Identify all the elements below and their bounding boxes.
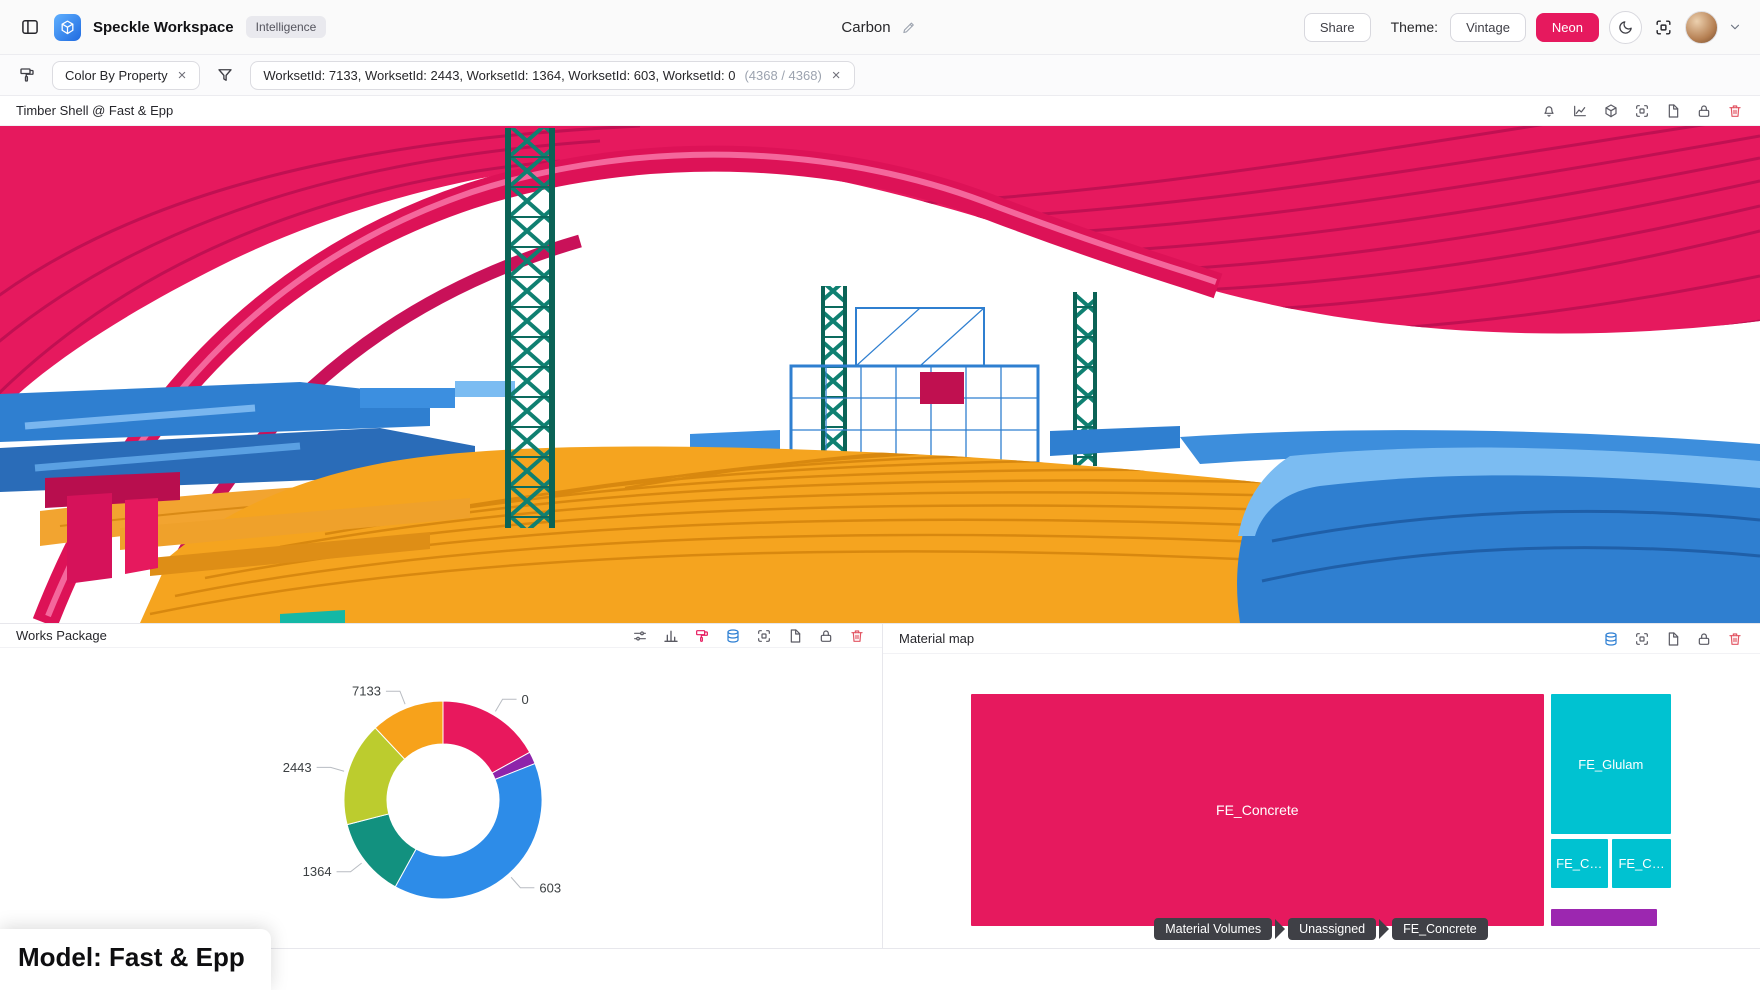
speckle-logo[interactable]: [54, 14, 81, 41]
trash-icon[interactable]: [1726, 630, 1744, 648]
sidebar-toggle-icon[interactable]: [18, 15, 42, 39]
breadcrumb: Material Volumes Unassigned FE_Concrete: [971, 918, 1671, 940]
donut-slice-603[interactable]: [395, 764, 542, 899]
material-map-toolbar: [1602, 630, 1744, 648]
donut-callout-line: [495, 699, 516, 711]
workset-filter-chip[interactable]: WorksetId: 7133, WorksetId: 2443, Workse…: [250, 61, 854, 90]
scan-icon[interactable]: [1652, 16, 1675, 39]
treemap-node-2[interactable]: FE_C…: [1551, 839, 1608, 888]
breadcrumb-arrow-icon: [1275, 919, 1285, 939]
donut-callout-line: [317, 767, 344, 771]
treemap-node-label: FE_C…: [1556, 856, 1602, 871]
top-bar: Speckle Workspace Intelligence Carbon Sh…: [0, 0, 1760, 54]
chevron-down-icon[interactable]: [1728, 20, 1742, 34]
paint-icon[interactable]: [693, 627, 711, 645]
donut-callout-line: [386, 691, 405, 704]
breadcrumb-item[interactable]: Material Volumes: [1154, 918, 1272, 940]
database-icon[interactable]: [724, 627, 742, 645]
scan-icon[interactable]: [1633, 102, 1651, 120]
donut-label: 603: [539, 880, 561, 895]
treemap-node-0[interactable]: FE_Concrete: [971, 694, 1544, 926]
viewer-title: Timber Shell @ Fast & Epp: [16, 103, 173, 118]
chip-label: Color By Property: [65, 68, 168, 83]
bell-icon[interactable]: [1540, 102, 1558, 120]
lock-icon[interactable]: [1695, 102, 1713, 120]
material-map-title: Material map: [899, 631, 974, 646]
scan-icon[interactable]: [1633, 630, 1651, 648]
funnel-icon[interactable]: [214, 64, 236, 86]
viewer-panel: Timber Shell @ Fast & Epp: [0, 96, 1760, 623]
scene-geometry: [0, 126, 1760, 623]
color-by-property-chip[interactable]: Color By Property ×: [52, 61, 200, 90]
document-title-group: Carbon: [841, 18, 918, 37]
works-package-title: Works Package: [16, 628, 107, 643]
treemap-node-label: FE_Glulam: [1578, 757, 1643, 772]
sliders-icon[interactable]: [631, 627, 649, 645]
trash-icon[interactable]: [848, 627, 866, 645]
theme-vintage-button[interactable]: Vintage: [1450, 13, 1526, 42]
file-icon[interactable]: [1664, 630, 1682, 648]
moon-icon[interactable]: [1609, 11, 1642, 44]
document-title: Carbon: [841, 19, 890, 36]
edit-pencil-icon[interactable]: [900, 18, 919, 37]
theme-neon-button[interactable]: Neon: [1536, 13, 1599, 42]
treemap-node-1[interactable]: FE_Glulam: [1551, 694, 1671, 834]
share-button[interactable]: Share: [1304, 13, 1371, 42]
treemap-node-label: FE_Concrete: [1216, 802, 1298, 818]
lock-icon[interactable]: [1695, 630, 1713, 648]
material-treemap: FE_Concrete FE_Glulam FE_C… FE_C…: [971, 694, 1671, 926]
filter-bar: Color By Property × WorksetId: 7133, Wor…: [0, 54, 1760, 96]
cube-icon[interactable]: [1602, 102, 1620, 120]
donut-label: 7133: [352, 684, 381, 699]
chip-label: WorksetId: 7133, WorksetId: 2443, Workse…: [263, 68, 735, 83]
chip-count: (4368 / 4368): [744, 68, 821, 83]
viewer-toolbar: [1540, 102, 1744, 120]
paint-icon[interactable]: [16, 64, 38, 86]
database-icon[interactable]: [1602, 630, 1620, 648]
avatar[interactable]: [1685, 11, 1718, 44]
donut-callout-line: [337, 863, 362, 872]
intelligence-badge: Intelligence: [246, 16, 327, 38]
close-icon[interactable]: ×: [831, 68, 842, 83]
material-map-panel: Material map FE_ConcreteFE_GlulamFE_C…FE…: [882, 624, 1760, 948]
bar-chart-icon[interactable]: [662, 627, 680, 645]
works-package-toolbar: [631, 627, 866, 645]
file-icon[interactable]: [786, 627, 804, 645]
scan-icon[interactable]: [755, 627, 773, 645]
file-icon[interactable]: [1664, 102, 1682, 120]
treemap-node-3[interactable]: FE_C…: [1612, 839, 1671, 888]
works-package-donut-chart: 0 603 1364 2443 7133: [0, 648, 882, 943]
trash-icon[interactable]: [1726, 102, 1744, 120]
treemap-node-label: FE_C…: [1618, 856, 1664, 871]
donut-label: 2443: [283, 760, 312, 775]
line-chart-icon[interactable]: [1571, 102, 1589, 120]
donut-label: 0: [522, 692, 529, 707]
theme-label: Theme:: [1391, 19, 1438, 35]
app-title: Speckle Workspace: [93, 19, 234, 36]
donut-callout-line: [511, 877, 534, 888]
breadcrumb-item[interactable]: Unassigned: [1288, 918, 1376, 940]
breadcrumb-item[interactable]: FE_Concrete: [1392, 918, 1488, 940]
breadcrumb-arrow-icon: [1379, 919, 1389, 939]
donut-label: 1364: [303, 864, 332, 879]
works-package-panel: Works Package 0 603 1364 2443 7133: [0, 624, 882, 948]
viewer-3d-scene[interactable]: [0, 126, 1760, 623]
close-icon[interactable]: ×: [177, 68, 188, 83]
lock-icon[interactable]: [817, 627, 835, 645]
model-label-overlay: Model: Fast & Epp: [0, 929, 271, 990]
